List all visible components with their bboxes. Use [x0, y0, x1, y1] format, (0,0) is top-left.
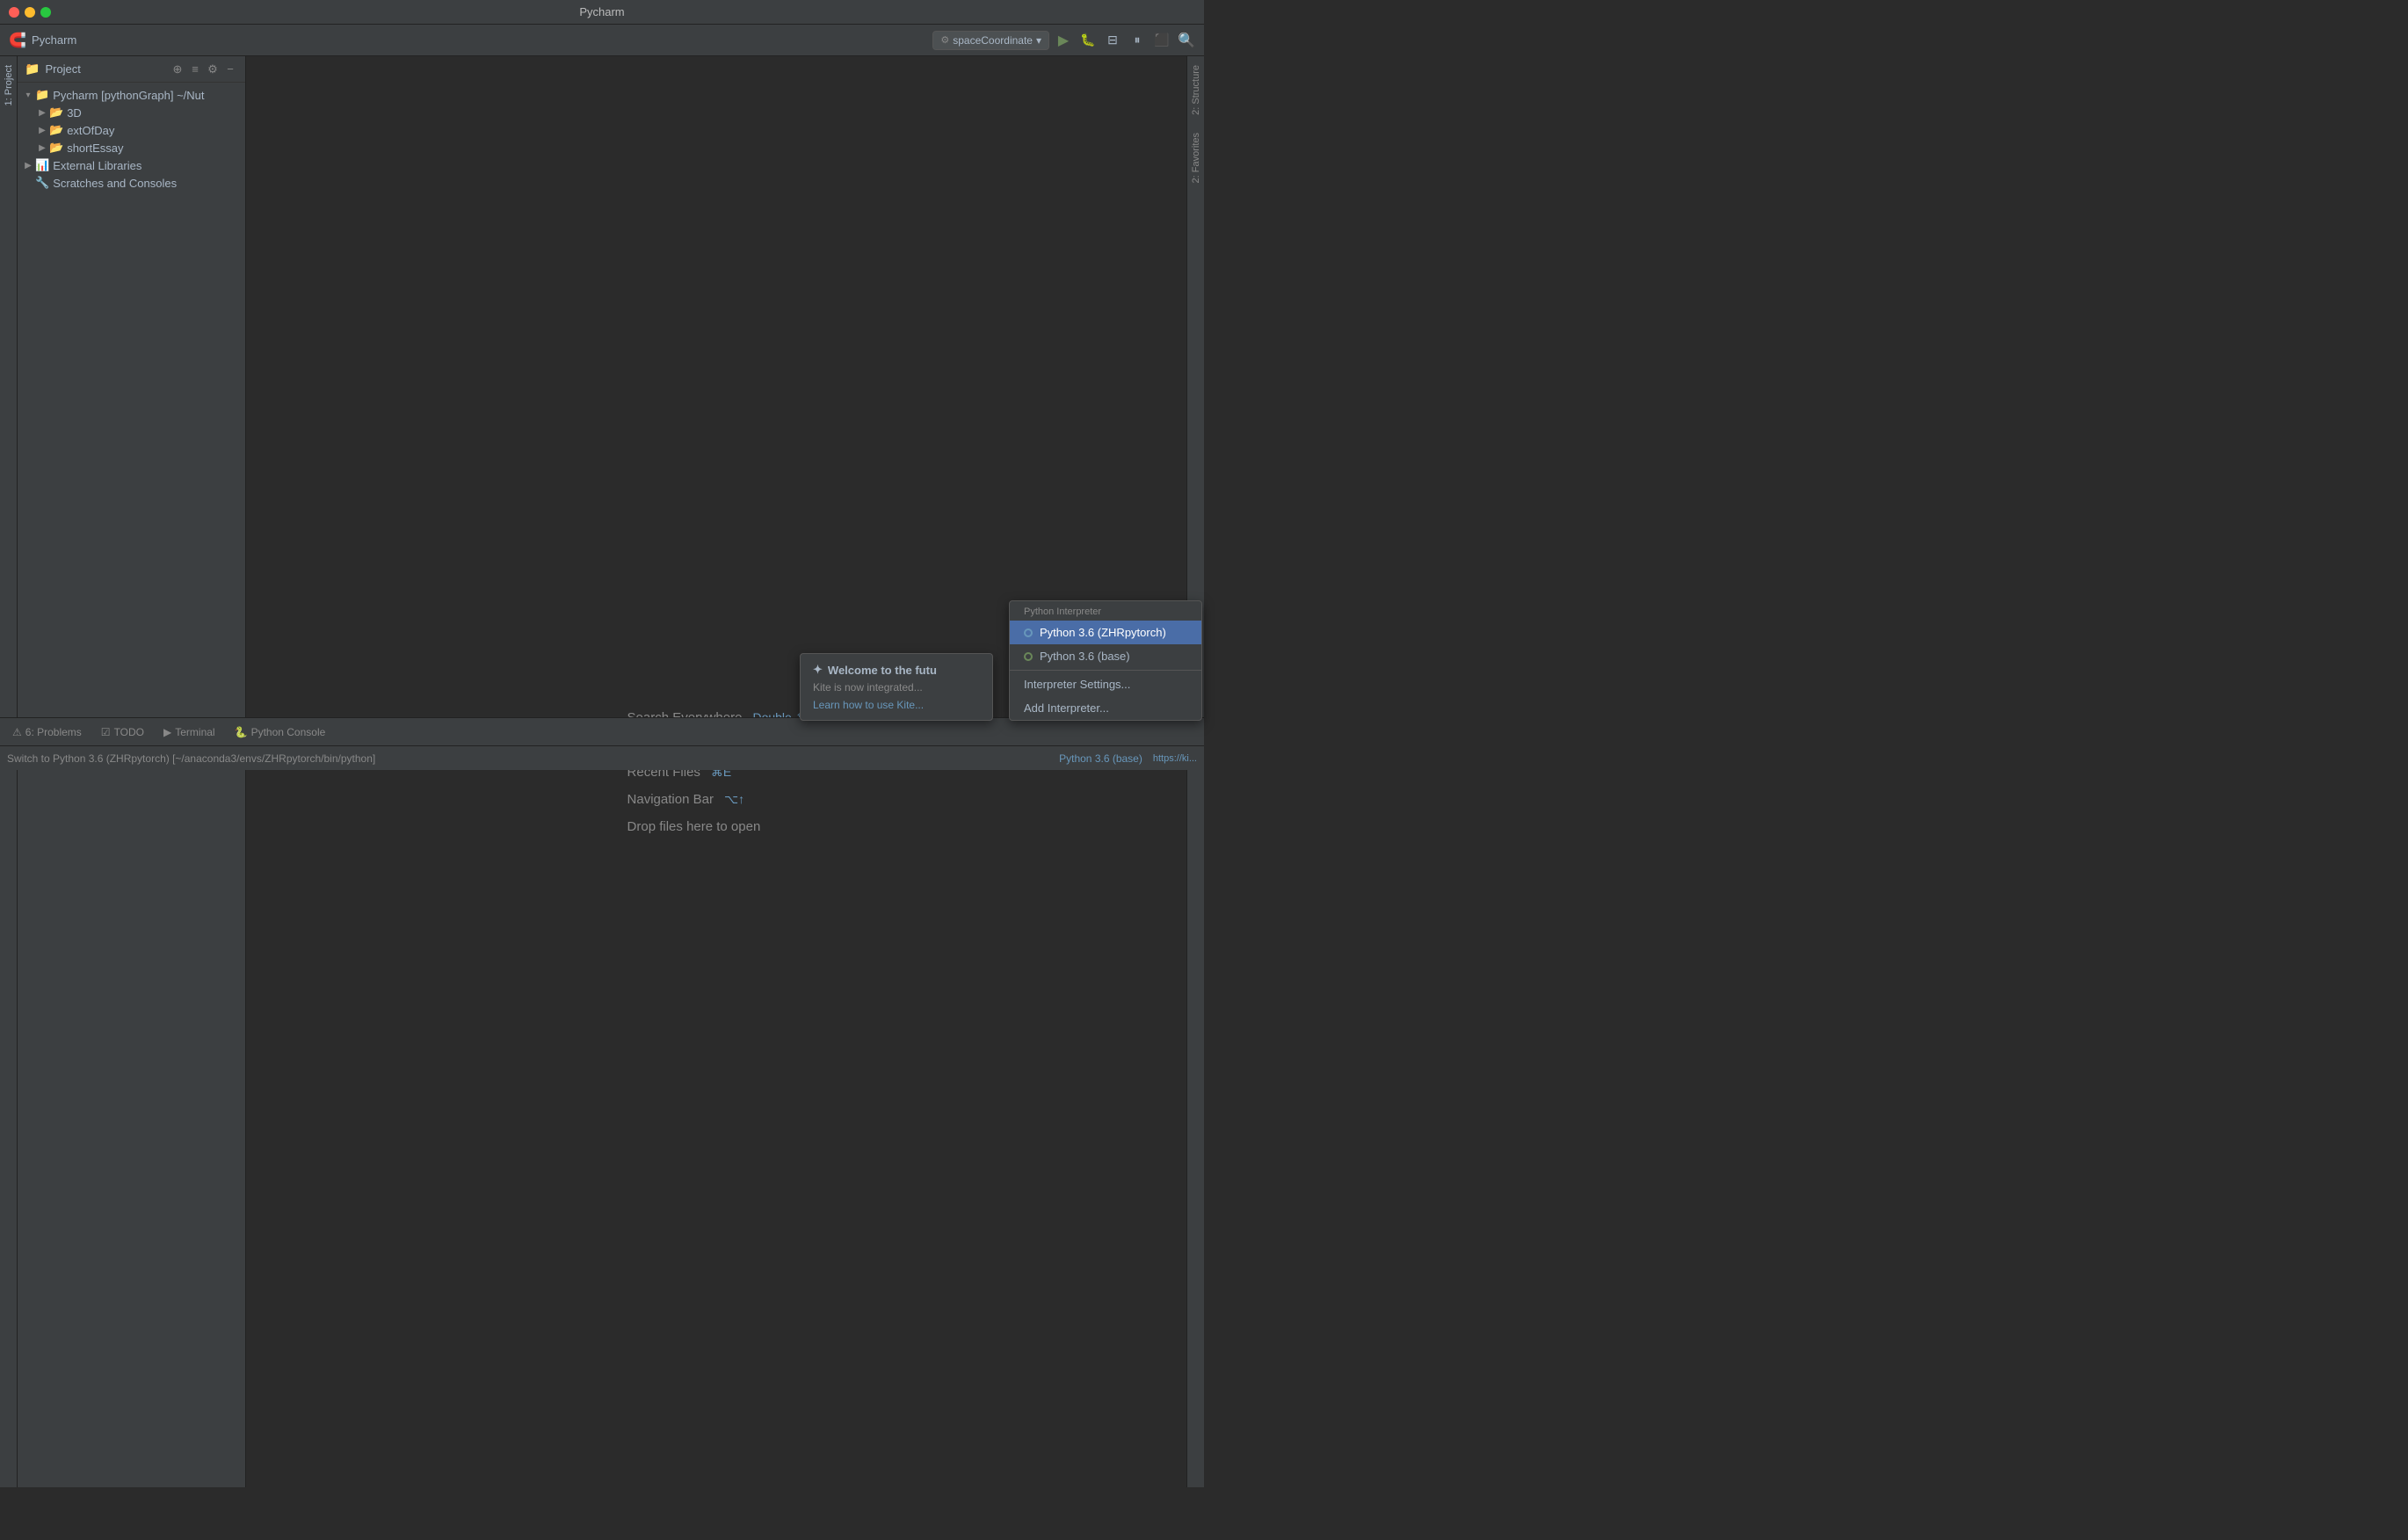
panel-scope-button[interactable]: ⊕ [170, 62, 185, 77]
popup-item-zhr[interactable]: Python 3.6 (ZHRpytorch) [1010, 621, 1201, 644]
status-bar: Switch to Python 3.6 (ZHRpytorch) [~/ana… [0, 745, 1204, 770]
file-tree: ▾ 📁 Pycharm [pythonGraph] ~/Nut ▶ 📂 3D ▶… [18, 83, 245, 1487]
kite-notification: ✦ Welcome to the futu Kite is now integr… [800, 653, 993, 721]
tree-item-3d[interactable]: ▶ 📂 3D [18, 104, 245, 121]
status-url: https://ki... [1153, 753, 1197, 764]
interpreter-name: spaceCoordinate [953, 34, 1033, 47]
tree-item-scratches[interactable]: 🔧 Scratches and Consoles [18, 174, 245, 192]
status-switch-interpreter[interactable]: Switch to Python 3.6 (ZHRpytorch) [~/ana… [7, 752, 375, 765]
tab-problems-label: 6: Problems [25, 726, 82, 738]
tree-item-extofday[interactable]: ▶ 📂 extOfDay [18, 121, 245, 139]
hint-drop: Drop files here to open [627, 819, 761, 834]
panel-header: 📁 Project ⊕ ≡ ⚙ − [18, 56, 245, 83]
dot-icon-zhr [1024, 628, 1033, 637]
status-interpreter[interactable]: Python 3.6 (base) [1059, 752, 1142, 765]
panel-gear-button[interactable]: ⚙ [205, 62, 221, 77]
pause-button[interactable]: ⏸ [1127, 30, 1148, 51]
tree-scratches-label: Scratches and Consoles [53, 177, 177, 190]
coverage-button[interactable]: ⊟ [1102, 30, 1123, 51]
toolbar-right: ⚙ spaceCoordinate ▾ ▶ 🐛 ⊟ ⏸ ⬛ 🔍 [932, 30, 1197, 51]
tree-item-root[interactable]: ▾ 📁 Pycharm [pythonGraph] ~/Nut [18, 86, 245, 104]
run-button[interactable]: ▶ [1053, 30, 1074, 51]
bottom-tabs: ⚠ 6: Problems ☑ TODO ▶ Terminal 🐍 Python… [0, 717, 1204, 745]
tree-item-extlibs[interactable]: ▶ 📊 External Libraries [18, 156, 245, 174]
editor-area: Search Everywhere Double ⇧ Go to File ⇧⌘… [246, 56, 1186, 1487]
popup-item-settings[interactable]: Interpreter Settings... [1010, 672, 1201, 696]
interpreter-selector[interactable]: ⚙ spaceCoordinate ▾ [932, 31, 1049, 50]
tab-terminal-label: Terminal [175, 726, 214, 738]
tab-python-console-label: Python Console [251, 726, 326, 738]
left-tabs: 1: Project [0, 56, 18, 1487]
popup-settings-label: Interpreter Settings... [1024, 678, 1130, 691]
tab-python-console[interactable]: 🐍 Python Console [226, 723, 335, 742]
sidebar-item-project[interactable]: 1: Project [2, 60, 16, 111]
sidebar-item-favorites[interactable]: 2: Favorites [1189, 127, 1203, 188]
pycharm-icon: 🧲 [7, 30, 28, 51]
todo-icon: ☑ [101, 726, 111, 738]
toolbar-left: 🧲 Pycharm [7, 30, 76, 51]
tree-folder-shortessay: shortEssay [67, 142, 123, 155]
kite-icon: ✦ [813, 663, 823, 677]
popup-add-label: Add Interpreter... [1024, 701, 1109, 715]
popup-item-add[interactable]: Add Interpreter... [1010, 696, 1201, 720]
debug-button[interactable]: 🐛 [1077, 30, 1099, 51]
minimize-button[interactable] [25, 7, 35, 18]
dot-icon-base [1024, 652, 1033, 661]
panel-actions: ⊕ ≡ ⚙ − [170, 62, 238, 77]
chevron-down-icon: ▾ [1036, 34, 1041, 47]
python-console-icon: 🐍 [235, 726, 248, 738]
traffic-lights [9, 7, 51, 18]
project-panel: 📁 Project ⊕ ≡ ⚙ − ▾ 📁 Pycharm [pythonGra… [18, 56, 246, 1487]
hint-navbar: Navigation Bar ⌥↑ [627, 792, 745, 807]
app-name: Pycharm [32, 33, 76, 47]
window-title: Pycharm [579, 5, 624, 18]
popup-item-zhr-label: Python 3.6 (ZHRpytorch) [1040, 626, 1166, 639]
maximize-button[interactable] [40, 7, 51, 18]
status-right: Python 3.6 (base) https://ki... [1059, 752, 1197, 765]
popup-item-base[interactable]: Python 3.6 (base) [1010, 644, 1201, 668]
tree-item-shortessay[interactable]: ▶ 📂 shortEssay [18, 139, 245, 156]
tree-root-label: Pycharm [pythonGraph] ~/Nut [53, 89, 204, 102]
tree-folder-3d: 3D [67, 106, 82, 120]
tree-extlibs-label: External Libraries [53, 159, 141, 172]
stop-button[interactable]: ⬛ [1151, 30, 1172, 51]
popup-menu: Python Interpreter Python 3.6 (ZHRpytorc… [1009, 600, 1202, 721]
title-bar: Pycharm [0, 0, 1204, 25]
tab-terminal[interactable]: ▶ Terminal [155, 723, 224, 742]
kite-learn-link[interactable]: Learn how to use Kite... [813, 699, 980, 711]
right-tabs: 2: Structure 2: Favorites [1186, 56, 1204, 1487]
popup-item-base-label: Python 3.6 (base) [1040, 650, 1130, 663]
close-button[interactable] [9, 7, 19, 18]
panel-filter-button[interactable]: ≡ [187, 62, 203, 77]
problems-icon: ⚠ [12, 726, 22, 738]
tree-folder-extofday: extOfDay [67, 124, 114, 137]
tab-todo-label: TODO [114, 726, 144, 738]
interpreter-popup: Python Interpreter Python 3.6 (ZHRpytorc… [1009, 600, 1202, 721]
status-left-text: Switch to Python 3.6 (ZHRpytorch) [~/ana… [7, 752, 375, 765]
terminal-icon: ▶ [163, 726, 171, 738]
search-everywhere-button[interactable]: 🔍 [1176, 30, 1197, 51]
kite-title-text: Welcome to the futu [828, 664, 937, 677]
panel-title: Project [45, 62, 164, 76]
sidebar-item-structure[interactable]: 2: Structure [1189, 60, 1203, 120]
popup-divider [1010, 670, 1201, 671]
hint-navbar-label: Navigation Bar [627, 792, 714, 807]
panel-minimize-button[interactable]: − [222, 62, 238, 77]
hint-navbar-key: ⌥↑ [724, 792, 744, 807]
toolbar: 🧲 Pycharm ⚙ spaceCoordinate ▾ ▶ 🐛 ⊟ ⏸ ⬛ … [0, 25, 1204, 56]
popup-section-header: Python Interpreter [1010, 601, 1201, 621]
kite-body: Kite is now integrated... [813, 680, 980, 695]
kite-title: ✦ Welcome to the futu [813, 663, 980, 677]
hint-drop-label: Drop files here to open [627, 819, 761, 834]
tab-todo[interactable]: ☑ TODO [92, 723, 153, 742]
main-layout: 1: Project 📁 Project ⊕ ≡ ⚙ − ▾ 📁 Pycharm… [0, 56, 1204, 1487]
tab-problems[interactable]: ⚠ 6: Problems [4, 723, 91, 742]
